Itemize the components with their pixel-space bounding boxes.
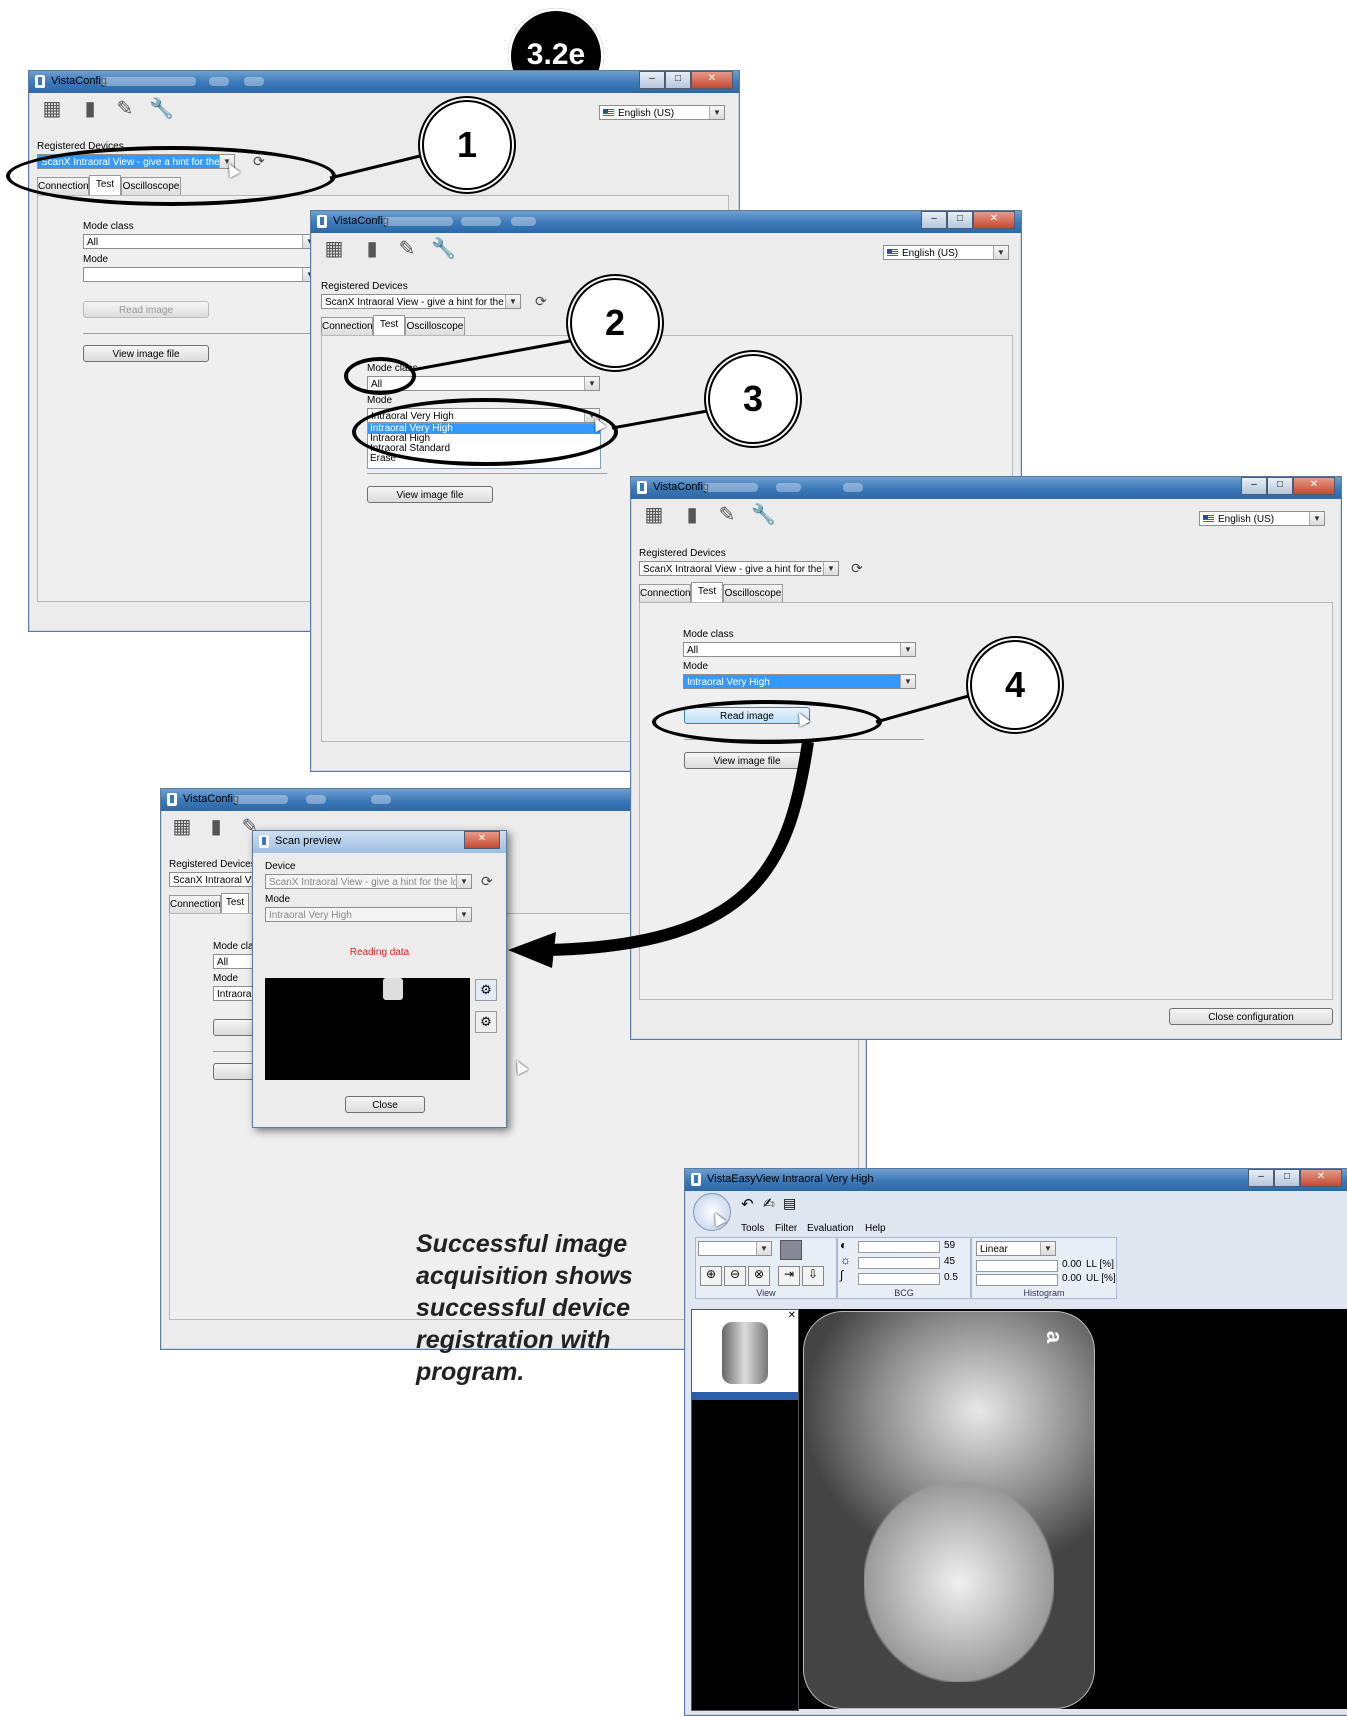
highlight-ellipse-1	[6, 146, 336, 206]
callout-4: 4	[970, 640, 1060, 730]
flow-arrow	[547, 741, 814, 956]
annotation-overlay	[329, 154, 973, 968]
highlight-ellipse-4	[652, 700, 882, 744]
callout-1: 1	[422, 100, 512, 190]
leader-line-2	[411, 338, 576, 372]
leader-line-3	[611, 408, 714, 430]
callout-3: 3	[708, 354, 798, 444]
flow-arrowhead	[508, 932, 556, 968]
highlight-ellipse-2	[344, 357, 416, 395]
leader-line-4	[875, 693, 973, 724]
highlight-ellipse-3	[352, 398, 618, 466]
callout-2: 2	[570, 278, 660, 368]
leader-line-1	[329, 154, 421, 180]
